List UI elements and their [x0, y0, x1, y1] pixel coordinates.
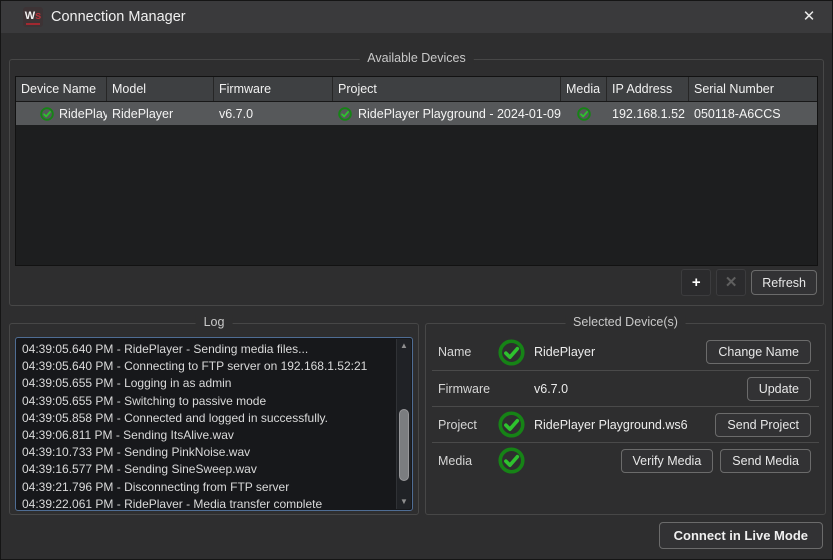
- col-firmware[interactable]: Firmware: [214, 77, 333, 101]
- col-device-name[interactable]: Device Name: [16, 77, 107, 101]
- add-device-button[interactable]: +: [681, 269, 711, 296]
- log-entry: 04:39:05.640 PM - Connecting to FTP serv…: [22, 358, 392, 375]
- device-name-text: RidePlayer: [59, 107, 107, 121]
- update-button[interactable]: Update: [747, 377, 811, 401]
- project-check-icon-big: [498, 411, 525, 438]
- media-row: Media Verify Media Send Media: [432, 442, 819, 478]
- device-table-header: Device Name Model Firmware Project Media…: [16, 77, 817, 102]
- status-check-icon: [40, 107, 54, 121]
- project-label: Project: [432, 418, 488, 432]
- change-name-button[interactable]: Change Name: [706, 340, 811, 364]
- logo-letter-w: W: [25, 10, 35, 22]
- log-output[interactable]: 04:39:05.640 PM - RidePlayer - Sending m…: [15, 337, 413, 511]
- project-status-slot: [488, 411, 534, 438]
- selected-device-group: Selected Device(s) Name RidePlayer Chang…: [425, 323, 826, 515]
- log-scrollbar[interactable]: ▲ ▼: [396, 339, 411, 509]
- log-entry: 04:39:05.858 PM - Connected and logged i…: [22, 410, 392, 427]
- available-devices-title: Available Devices: [359, 51, 473, 65]
- name-check-icon: [498, 339, 525, 366]
- log-group: Log 04:39:05.640 PM - RidePlayer - Sendi…: [9, 323, 419, 515]
- name-row: Name RidePlayer Change Name: [432, 334, 819, 370]
- firmware-row: Firmware v6.7.0 Update: [432, 370, 819, 406]
- log-entry: 04:39:05.640 PM - RidePlayer - Sending m…: [22, 341, 392, 358]
- app-logo-icon: Ws: [23, 7, 43, 27]
- col-project[interactable]: Project: [333, 77, 561, 101]
- logo-letter-s: s: [35, 10, 41, 22]
- table-row[interactable]: RidePlayer RidePlayer v6.7.0 RidePlayer …: [16, 102, 817, 125]
- send-media-button[interactable]: Send Media: [720, 449, 811, 473]
- cell-project: RidePlayer Playground - 2024-01-09 16:02…: [333, 107, 561, 121]
- log-entry: 04:39:22.061 PM - RidePlayer - Media tra…: [22, 496, 392, 508]
- verify-media-button[interactable]: Verify Media: [621, 449, 714, 473]
- selected-device-title: Selected Device(s): [565, 315, 686, 329]
- device-table[interactable]: Device Name Model Firmware Project Media…: [15, 76, 818, 266]
- name-status-slot: [488, 339, 534, 366]
- cell-media: [561, 107, 607, 121]
- log-entry: 04:39:21.796 PM - Disconnecting from FTP…: [22, 479, 392, 496]
- cell-firmware: v6.7.0: [214, 107, 333, 121]
- col-media[interactable]: Media: [561, 77, 607, 101]
- remove-device-button[interactable]: ✕: [716, 269, 746, 296]
- titlebar[interactable]: Ws Connection Manager ✕: [1, 1, 832, 33]
- name-value: RidePlayer: [534, 345, 706, 359]
- media-status-slot: [488, 447, 534, 474]
- project-row: Project RidePlayer Playground.ws6 Send P…: [432, 406, 819, 442]
- cell-device-name: RidePlayer: [16, 107, 107, 121]
- col-model[interactable]: Model: [107, 77, 214, 101]
- name-label: Name: [432, 345, 488, 359]
- connection-manager-window: Ws Connection Manager ✕ Available Device…: [0, 0, 833, 560]
- project-value: RidePlayer Playground.ws6: [534, 418, 715, 432]
- media-check-icon-big: [498, 447, 525, 474]
- refresh-button[interactable]: Refresh: [751, 270, 817, 295]
- col-ip-address[interactable]: IP Address: [607, 77, 689, 101]
- firmware-value: v6.7.0: [534, 382, 747, 396]
- project-text: RidePlayer Playground - 2024-01-09 16:02…: [358, 107, 561, 121]
- selected-device-rows: Name RidePlayer Change Name Firmware v6.…: [432, 334, 819, 478]
- log-title: Log: [196, 315, 233, 329]
- log-entry: 04:39:10.733 PM - Sending PinkNoise.wav: [22, 444, 392, 461]
- firmware-label: Firmware: [432, 382, 488, 396]
- connect-live-mode-button[interactable]: Connect in Live Mode: [659, 522, 823, 549]
- media-label: Media: [432, 454, 488, 468]
- close-icon[interactable]: ✕: [796, 1, 822, 33]
- scroll-up-icon[interactable]: ▲: [397, 339, 411, 353]
- logo-red-bar: [26, 23, 40, 25]
- log-entry: 04:39:06.811 PM - Sending ItsAlive.wav: [22, 427, 392, 444]
- available-devices-group: Available Devices Device Name Model Firm…: [9, 59, 824, 306]
- cell-model: RidePlayer: [107, 107, 214, 121]
- log-entry: 04:39:05.655 PM - Logging in as admin: [22, 375, 392, 392]
- window-title: Connection Manager: [51, 1, 186, 33]
- scroll-down-icon[interactable]: ▼: [397, 495, 411, 509]
- col-serial-number[interactable]: Serial Number: [689, 77, 817, 101]
- project-check-icon: [338, 107, 352, 121]
- log-lines: 04:39:05.640 PM - RidePlayer - Sending m…: [22, 341, 392, 508]
- log-entry: 04:39:05.655 PM - Switching to passive m…: [22, 393, 392, 410]
- log-entry: 04:39:16.577 PM - Sending SineSweep.wav: [22, 461, 392, 478]
- cell-serial-number: 050118-A6CCS: [689, 107, 817, 121]
- scrollbar-thumb[interactable]: [399, 409, 409, 481]
- media-check-icon: [577, 107, 591, 121]
- send-project-button[interactable]: Send Project: [715, 413, 811, 437]
- device-toolbar: + ✕ Refresh: [681, 269, 817, 296]
- cell-ip-address: 192.168.1.52: [607, 107, 689, 121]
